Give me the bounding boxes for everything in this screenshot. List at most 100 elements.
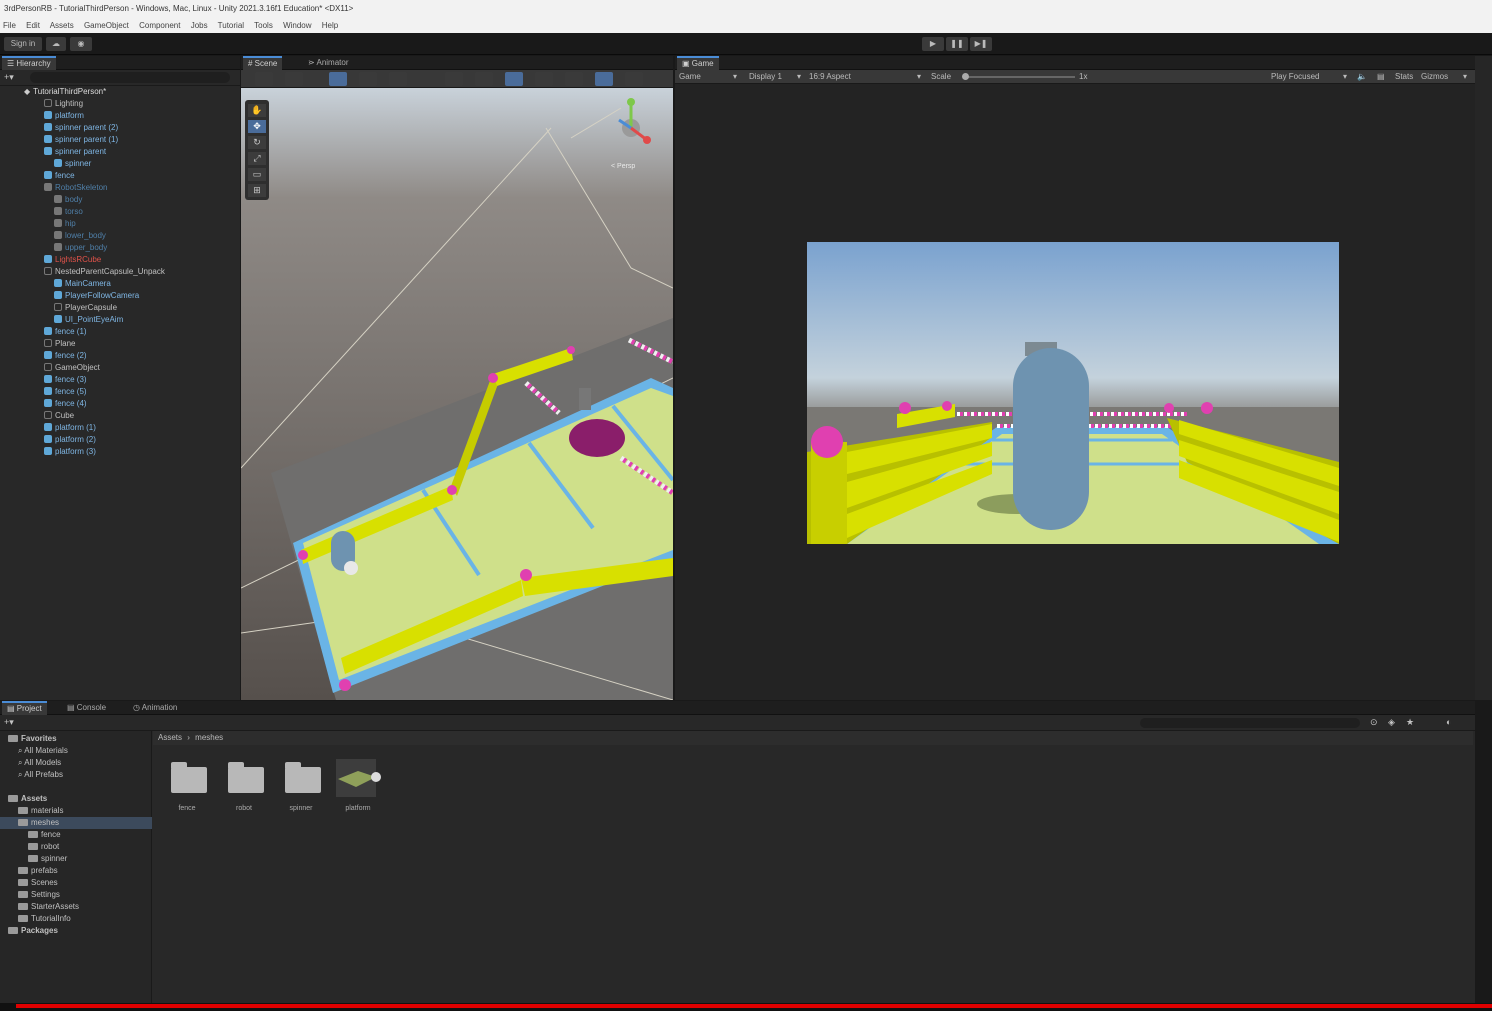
hierarchy-item[interactable]: spinner: [54, 158, 91, 170]
gizmos-button[interactable]: Gizmos: [1421, 70, 1448, 84]
project-tree-item[interactable]: Settings: [18, 889, 158, 901]
scale-slider[interactable]: [965, 76, 1075, 78]
asset-item[interactable]: platform: [336, 759, 390, 817]
menu-assets[interactable]: Assets: [50, 21, 74, 30]
project-tree-item[interactable]: meshes: [0, 817, 152, 829]
favorite-star-icon[interactable]: ★: [1406, 717, 1414, 728]
tab-game[interactable]: ▣ Game: [677, 56, 719, 70]
step-button[interactable]: ▶❚: [970, 37, 992, 51]
scale-slider-handle[interactable]: [962, 73, 969, 80]
asset-item[interactable]: robot: [226, 759, 276, 817]
asset-item[interactable]: spinner: [283, 759, 333, 817]
hierarchy-item[interactable]: platform (3): [44, 446, 96, 458]
hierarchy-item[interactable]: fence (1): [44, 326, 87, 338]
project-tree-item[interactable]: Assets: [8, 793, 158, 805]
menu-file[interactable]: File: [3, 21, 16, 30]
view-2d-icon[interactable]: [389, 72, 407, 86]
hierarchy-item[interactable]: GameObject: [44, 362, 100, 374]
hierarchy-item[interactable]: MainCamera: [54, 278, 111, 290]
scale-tool-icon[interactable]: ⤢: [248, 152, 266, 165]
hierarchy-item[interactable]: torso: [54, 206, 83, 218]
project-tree-item[interactable]: TutorialInfo: [18, 913, 158, 925]
hierarchy-item[interactable]: fence (5): [44, 386, 87, 398]
hierarchy-item[interactable]: PlayerCapsule: [54, 302, 117, 314]
asset-item[interactable]: fence: [169, 759, 219, 817]
collab-icon[interactable]: ◉: [70, 37, 92, 51]
hierarchy-item[interactable]: UI_PointEyeAim: [54, 314, 123, 326]
hierarchy-item[interactable]: spinner parent (1): [44, 134, 118, 146]
stats-button[interactable]: Stats: [1395, 70, 1413, 84]
camera-settings-icon[interactable]: [565, 72, 583, 86]
menu-tools[interactable]: Tools: [254, 21, 273, 30]
hierarchy-item[interactable]: NestedParentCapsule_Unpack: [44, 266, 165, 278]
aspect-dropdown[interactable]: 16:9 Aspect: [809, 70, 851, 84]
tool-handle-icon[interactable]: [255, 72, 273, 86]
project-tree-item[interactable]: Favorites: [8, 733, 158, 745]
project-tree-item[interactable]: ⌕ All Models: [18, 757, 158, 769]
menu-edit[interactable]: Edit: [26, 21, 40, 30]
project-tree-item[interactable]: robot: [28, 841, 158, 853]
hierarchy-item[interactable]: platform: [44, 110, 84, 122]
rotate-tool-icon[interactable]: ↻: [248, 136, 266, 149]
breadcrumb-meshes[interactable]: meshes: [195, 733, 223, 742]
render-mode-icon[interactable]: [359, 72, 377, 86]
search-scene-icon[interactable]: [625, 72, 643, 86]
project-tree-item[interactable]: ⌕ All Materials: [18, 745, 158, 757]
hierarchy-item[interactable]: Cube: [44, 410, 74, 422]
hierarchy-item[interactable]: fence (3): [44, 374, 87, 386]
hierarchy-item[interactable]: spinner parent (2): [44, 122, 118, 134]
menu-help[interactable]: Help: [322, 21, 338, 30]
sign-in-button[interactable]: Sign in: [4, 37, 42, 51]
hierarchy-item[interactable]: spinner parent: [44, 146, 106, 158]
frame-debugger-icon[interactable]: ▤: [1377, 70, 1385, 84]
add-icon[interactable]: +▾: [4, 72, 14, 83]
play-button[interactable]: ▶: [922, 37, 944, 51]
rect-tool-icon[interactable]: ▭: [248, 168, 266, 181]
mute-audio-icon[interactable]: 🔈: [1357, 70, 1367, 84]
hierarchy-item[interactable]: LightsRCube: [44, 254, 101, 266]
hierarchy-item[interactable]: body: [54, 194, 82, 206]
project-tree-item[interactable]: StarterAssets: [18, 901, 158, 913]
hidden-packages-icon[interactable]: ◐: [1446, 717, 1451, 727]
menu-jobs[interactable]: Jobs: [191, 21, 208, 30]
pivot-icon[interactable]: [285, 72, 303, 86]
project-tree-item[interactable]: ⌕ All Prefabs: [18, 769, 158, 781]
tab-scene[interactable]: # Scene: [243, 56, 283, 70]
hierarchy-item[interactable]: fence (4): [44, 398, 87, 410]
hierarchy-item[interactable]: upper_body: [54, 242, 107, 254]
project-tree-item[interactable]: fence: [28, 829, 158, 841]
shading-mode-icon[interactable]: [329, 72, 347, 86]
hierarchy-item[interactable]: Plane: [44, 338, 75, 350]
breadcrumb-assets[interactable]: Assets: [158, 733, 182, 742]
filter-label-icon[interactable]: ◈: [1388, 717, 1395, 728]
project-tree-item[interactable]: spinner: [28, 853, 158, 865]
transform-tool-icon[interactable]: ⊞: [248, 184, 266, 197]
hierarchy-item[interactable]: RobotSkeleton: [44, 182, 107, 194]
audio-toggle-icon[interactable]: [475, 72, 493, 86]
play-focused-dropdown[interactable]: Play Focused: [1271, 70, 1319, 84]
gizmos-icon[interactable]: [595, 72, 613, 86]
cloud-icon[interactable]: ☁: [46, 37, 66, 51]
tab-console[interactable]: ▤ Console: [62, 701, 111, 715]
hand-tool-icon[interactable]: ✋: [248, 104, 266, 117]
video-progress-track[interactable]: [0, 1003, 1492, 1011]
game-mode-dropdown[interactable]: Game: [679, 70, 701, 84]
move-tool-icon[interactable]: ✥: [248, 120, 266, 133]
tab-animation[interactable]: ◷ Animation: [128, 701, 182, 715]
hierarchy-search-input[interactable]: [30, 72, 230, 83]
menu-window[interactable]: Window: [283, 21, 311, 30]
hierarchy-item[interactable]: lower_body: [54, 230, 106, 242]
lighting-toggle-icon[interactable]: [445, 72, 463, 86]
pause-button[interactable]: ❚❚: [946, 37, 968, 51]
game-render-view[interactable]: [807, 242, 1339, 544]
hierarchy-item[interactable]: PlayerFollowCamera: [54, 290, 139, 302]
add-asset-icon[interactable]: +▾: [4, 717, 14, 728]
display-dropdown[interactable]: Display 1: [749, 70, 782, 84]
hierarchy-item[interactable]: platform (1): [44, 422, 96, 434]
menu-gameobject[interactable]: GameObject: [84, 21, 129, 30]
filter-type-icon[interactable]: ⊙: [1370, 717, 1378, 728]
project-tree-item[interactable]: materials: [18, 805, 158, 817]
project-tree-item[interactable]: Packages: [8, 925, 158, 937]
hierarchy-item[interactable]: platform (2): [44, 434, 96, 446]
hierarchy-item[interactable]: fence: [44, 170, 75, 182]
